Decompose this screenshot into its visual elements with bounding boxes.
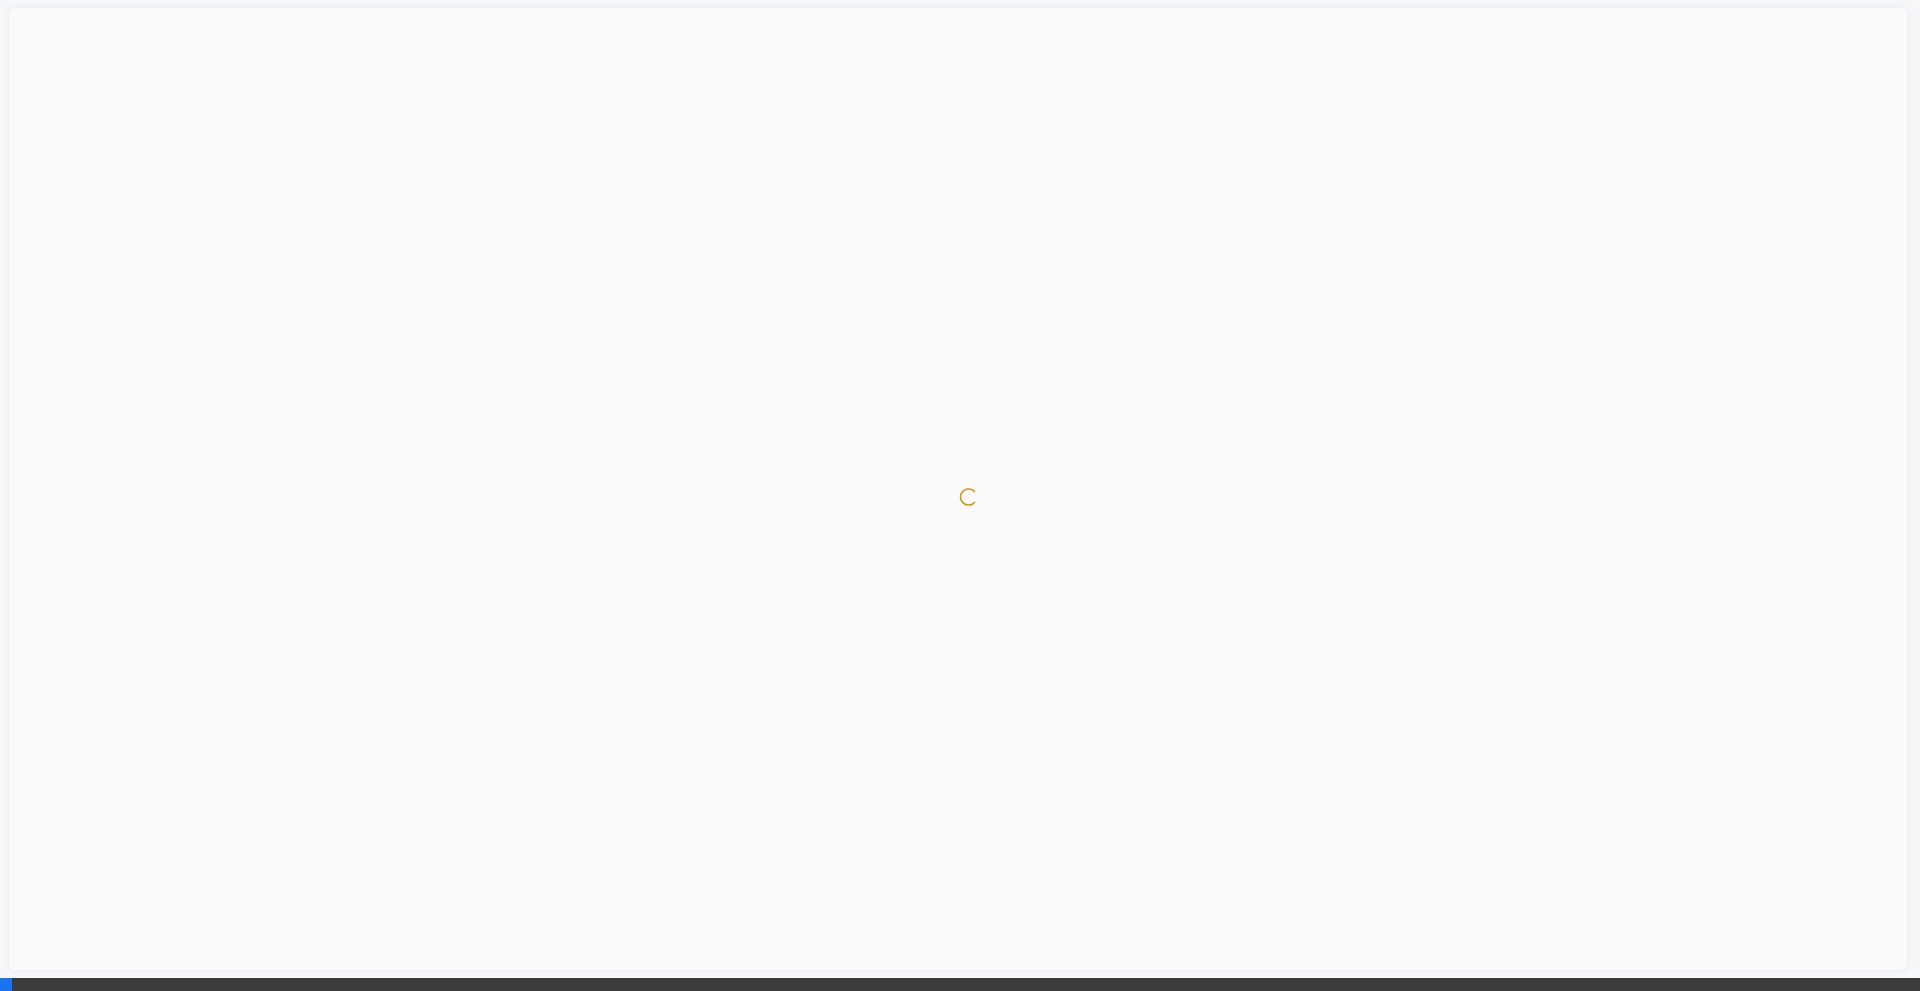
- app-window: [0, 0, 1920, 978]
- remote-indicator[interactable]: [0, 978, 12, 991]
- status-bar: [0, 978, 1920, 991]
- content-panel: [9, 8, 1907, 970]
- loading-spinner-icon: [955, 484, 981, 510]
